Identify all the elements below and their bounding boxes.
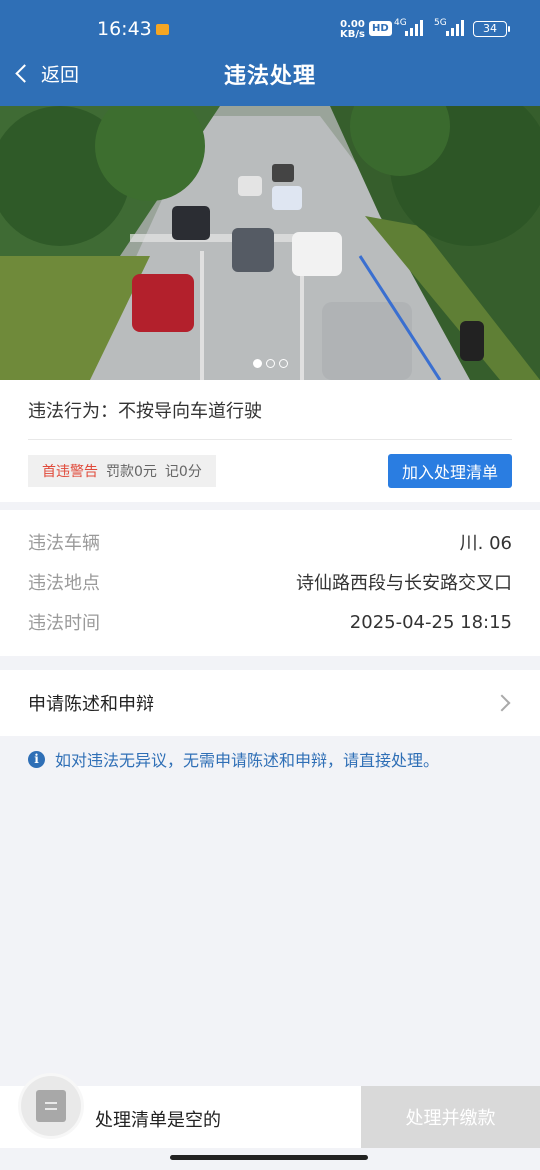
list-icon: [36, 1090, 66, 1122]
page-title: 违法处理: [223, 64, 316, 89]
appeal-label: 申请陈述和申辩: [28, 694, 154, 715]
signal-icon: [405, 20, 423, 36]
battery-icon: 34: [473, 21, 510, 37]
vehicle-row: 违法车辆 川. 06: [28, 522, 512, 562]
signal-icon-2: [446, 20, 464, 36]
clock: 16:43: [97, 18, 152, 40]
carousel-dot-3[interactable]: [278, 359, 288, 368]
time-row: 违法时间 2025-04-25 18:15: [28, 602, 512, 642]
violation-photo[interactable]: [0, 106, 540, 380]
network-5g-label: 5G: [434, 18, 447, 28]
vehicle-label: 违法车辆: [28, 533, 100, 554]
notice: i 如对违法无异议，无需申请陈述和申辩，请直接处理。: [0, 736, 540, 782]
location-value: 诗仙路西段与长安路交叉口: [296, 573, 512, 594]
hd-voice-icon: HD: [369, 21, 392, 36]
carousel-indicator: [0, 359, 540, 368]
appeal-row[interactable]: 申请陈述和申辩: [0, 670, 540, 736]
penalty-tag: 首违警告 罚款0元 记0分: [28, 455, 216, 487]
bottom-bar: 处理清单是空的 处理并缴款: [0, 1076, 540, 1148]
street-camera-image: [0, 106, 540, 380]
chevron-right-icon: [493, 694, 511, 712]
vehicle-value: 川. 06: [459, 533, 512, 554]
home-indicator[interactable]: [170, 1155, 368, 1160]
location-label: 违法地点: [28, 573, 100, 594]
fine-amount: 罚款0元: [106, 464, 157, 480]
app-header: 16:43 0.00 KB/s HD 4G 5G 34 返回 违法处理: [0, 0, 540, 106]
info-icon: i: [28, 750, 45, 768]
details-card: 违法车辆 川. 06 违法地点 诗仙路西段与长安路交叉口 违法时间 2025-0…: [0, 510, 540, 656]
notice-text: 如对违法无异议，无需申请陈述和申辩，请直接处理。: [55, 751, 440, 770]
nav-bar: 返回 违法处理: [0, 50, 540, 106]
behavior-label: 违法行为：: [28, 400, 118, 422]
violation-behavior: 违法行为： 不按导向车道行驶: [28, 380, 512, 440]
location-row: 违法地点 诗仙路西段与长安路交叉口: [28, 562, 512, 602]
time-value: 2025-04-25 18:15: [349, 611, 512, 633]
add-to-list-button[interactable]: 加入处理清单: [387, 454, 512, 488]
empty-list-text: 处理清单是空的: [95, 1110, 221, 1131]
penalty-row: 首违警告 罚款0元 记0分 加入处理清单: [28, 440, 512, 502]
behavior-value: 不按导向车道行驶: [118, 400, 262, 422]
process-and-pay-button[interactable]: 处理并缴款: [361, 1086, 540, 1148]
violation-card: 违法行为： 不按导向车道行驶 首违警告 罚款0元 记0分 加入处理清单: [0, 380, 540, 502]
process-list-button[interactable]: [21, 1076, 81, 1136]
status-bar: 16:43 0.00 KB/s HD 4G 5G 34: [0, 0, 540, 50]
net-speed: 0.00 KB/s: [340, 19, 365, 40]
first-violation-warning: 首违警告: [42, 464, 98, 480]
message-notification-icon: [156, 24, 169, 35]
points: 记0分: [164, 464, 202, 480]
time-label: 违法时间: [28, 613, 100, 634]
carousel-dot-2[interactable]: [265, 359, 275, 368]
carousel-dot-1[interactable]: [252, 359, 262, 368]
